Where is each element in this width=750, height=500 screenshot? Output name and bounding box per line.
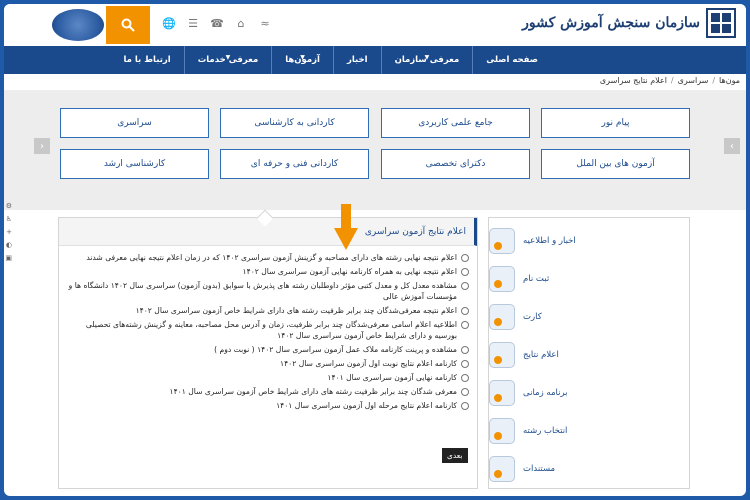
home-icon[interactable]: ⌂ <box>234 16 248 30</box>
news-item[interactable]: اعلام نتیجه معرفی‌شدگان چند برابر ظرفیت … <box>67 305 469 316</box>
news-item[interactable]: مشاهده و پرینت کارنامه ملاک عمل آزمون سر… <box>67 344 469 355</box>
breadcrumb-item[interactable]: اعلام نتایج سراسری <box>600 76 667 90</box>
news-item[interactable]: مشاهده معدل کل و معدل کتبی مؤثر داوطلبان… <box>67 280 469 302</box>
search-button[interactable] <box>106 6 150 44</box>
chevron-down-icon: ▼ <box>300 54 305 61</box>
news-item[interactable]: اعلام نتیجه نهایی به همراه کارنامه نهایی… <box>67 266 469 277</box>
breadcrumb-item[interactable]: مون‌ها <box>719 76 740 90</box>
clipboard-check-icon <box>489 265 515 292</box>
news-item[interactable]: کارنامه اعلام نتایج نوبت اول آزمون سراسر… <box>67 358 469 369</box>
sidebar-item-field-selection[interactable]: انتخاب رشته <box>489 412 689 449</box>
header: سازمان سنجش آموزش کشور 🌐 ☰ ☎ ⌂ ≈ <box>4 4 746 46</box>
chevron-down-icon: ▼ <box>225 54 231 61</box>
chevron-left-icon[interactable]: ‹ <box>34 138 50 154</box>
arrow-down-icon <box>334 204 358 250</box>
next-page-button[interactable]: بعدی <box>442 448 468 463</box>
emblem-logo <box>52 9 104 41</box>
chevron-right-icon[interactable]: › <box>724 138 740 154</box>
nav-item-news[interactable]: اخبار <box>332 46 381 74</box>
nav-item-home[interactable]: صفحه اصلی <box>472 46 551 74</box>
exam-tile[interactable]: دکترای تخصصی <box>381 149 530 179</box>
site-logo[interactable]: سازمان سنجش آموزش کشور <box>522 8 736 38</box>
news-item[interactable]: کارنامه نهایی آزمون سراسری سال ۱۴۰۱ <box>67 372 469 383</box>
gear-icon[interactable]: ⚙ <box>4 202 12 211</box>
monitor-icon <box>489 341 515 368</box>
newspaper-icon <box>489 227 515 254</box>
exam-tile[interactable]: سراسری <box>60 108 209 138</box>
nav-item-contact[interactable]: ارتباط با ما <box>110 46 183 74</box>
news-list: اعلام نتیجه نهایی رشته های دارای مصاحبه … <box>59 246 477 411</box>
exam-tile[interactable]: جامع علمی کاربردی <box>381 108 530 138</box>
nav-item-about[interactable]: معرفی سازمان ▼ <box>380 46 473 74</box>
breadcrumb: مون‌ها / سراسری / اعلام نتایج سراسری <box>600 76 740 90</box>
exam-tile[interactable]: کاردانی به کارشناسی <box>220 108 369 138</box>
exam-grid: › ‹ پیام نور جامع علمی کاربردی کاردانی ب… <box>4 90 746 210</box>
service-sidebar: اخبار و اطلاعیه ثبت نام کارت اعلام نتایج… <box>488 217 690 489</box>
main-nav: صفحه اصلی معرفی سازمان ▼ اخبار آزمون‌ها ▼ … <box>4 46 746 74</box>
sidebar-item-news[interactable]: اخبار و اطلاعیه <box>489 222 689 259</box>
contrast-icon[interactable]: ◐ <box>4 241 12 250</box>
document-icon <box>489 455 515 482</box>
calendar-icon <box>489 379 515 406</box>
nav-item-exams[interactable]: آزمون‌ها ▼ <box>271 46 333 74</box>
accessibility-toolbar: ⚙ ♿ + ◐ ▣ <box>4 202 12 263</box>
news-panel: اعلام نتایج آزمون سراسری اعلام نتیجه نها… <box>58 209 478 489</box>
news-panel-title: اعلام نتایج آزمون سراسری <box>364 226 466 237</box>
search-icon <box>121 18 135 32</box>
news-item[interactable]: معرفی شدگان چند برابر ظرفیت رشته های دار… <box>67 386 469 397</box>
news-item[interactable]: اعلام نتیجه نهایی رشته های دارای مصاحبه … <box>67 252 469 263</box>
sidebar-item-documents[interactable]: مستندات <box>489 450 689 487</box>
list-check-icon <box>489 417 515 444</box>
exam-tile[interactable]: کارشناسی ارشد <box>60 149 209 179</box>
page-frame: سازمان سنجش آموزش کشور 🌐 ☰ ☎ ⌂ ≈ صفحه اص… <box>4 4 746 496</box>
zoom-icon[interactable]: + <box>4 228 12 237</box>
logo-text: سازمان سنجش آموزش کشور <box>522 15 700 31</box>
exam-tile[interactable]: کاردانی فنی و حرفه ای <box>220 149 369 179</box>
sidebar-item-schedule[interactable]: برنامه زمانی <box>489 374 689 411</box>
sidebar-item-results[interactable]: اعلام نتایج <box>489 336 689 373</box>
top-icon-bar: 🌐 ☰ ☎ ⌂ ≈ <box>162 16 272 30</box>
news-item[interactable]: کارنامه اعلام نتایج مرحله اول آزمون سراس… <box>67 400 469 411</box>
id-card-icon <box>489 303 515 330</box>
accessibility-icon[interactable]: ♿ <box>4 215 12 224</box>
exam-tile[interactable]: پیام نور <box>541 108 690 138</box>
sidebar-item-card[interactable]: کارت <box>489 298 689 335</box>
exam-tile[interactable]: آزمون های بین الملل <box>541 149 690 179</box>
breadcrumb-item[interactable]: سراسری <box>678 76 709 90</box>
logo-mark-icon <box>706 8 736 38</box>
rss-icon[interactable]: ≈ <box>258 16 272 30</box>
sidebar-item-register[interactable]: ثبت نام <box>489 260 689 297</box>
globe-icon[interactable]: 🌐 <box>162 16 176 30</box>
share-icon[interactable]: ☰ <box>186 16 200 30</box>
nav-item-services[interactable]: معرفی خدمات ▼ <box>183 46 272 74</box>
print-icon[interactable]: ▣ <box>4 254 12 263</box>
chevron-down-icon: ▼ <box>424 54 430 61</box>
news-item[interactable]: اطلاعیه اعلام اسامی معرفی‌شدگان چند براب… <box>67 319 469 341</box>
phone-icon[interactable]: ☎ <box>210 16 224 30</box>
